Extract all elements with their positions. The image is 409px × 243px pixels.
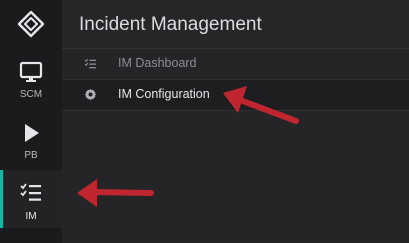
monitor-icon bbox=[19, 61, 43, 82]
side-rail: SCM PB IM bbox=[0, 0, 62, 243]
nav-item-label: IM Dashboard bbox=[118, 56, 197, 70]
page-title: Incident Management bbox=[79, 14, 262, 35]
diamond-logo-icon[interactable] bbox=[0, 8, 62, 42]
rail-item-label: PB bbox=[24, 150, 38, 161]
rail-item-pb[interactable]: PB bbox=[0, 115, 62, 171]
page-header: Incident Management bbox=[62, 0, 409, 49]
gear-icon bbox=[84, 88, 97, 101]
checklist-icon bbox=[84, 58, 96, 69]
rail-item-im[interactable]: IM bbox=[0, 170, 62, 228]
rail-item-label: IM bbox=[25, 211, 37, 222]
checklist-icon bbox=[20, 183, 41, 201]
nav-item-im-dashboard[interactable]: IM Dashboard bbox=[62, 49, 409, 80]
nav-item-im-configuration[interactable]: IM Configuration bbox=[62, 80, 409, 111]
sub-nav: IM Dashboard IM Configuration bbox=[62, 49, 409, 111]
play-icon bbox=[25, 124, 39, 142]
rail-item-label: SCM bbox=[19, 89, 43, 100]
annotation-arrow-im bbox=[77, 179, 154, 207]
rail-item-scm[interactable]: SCM bbox=[0, 54, 62, 110]
nav-item-label: IM Configuration bbox=[118, 87, 210, 101]
